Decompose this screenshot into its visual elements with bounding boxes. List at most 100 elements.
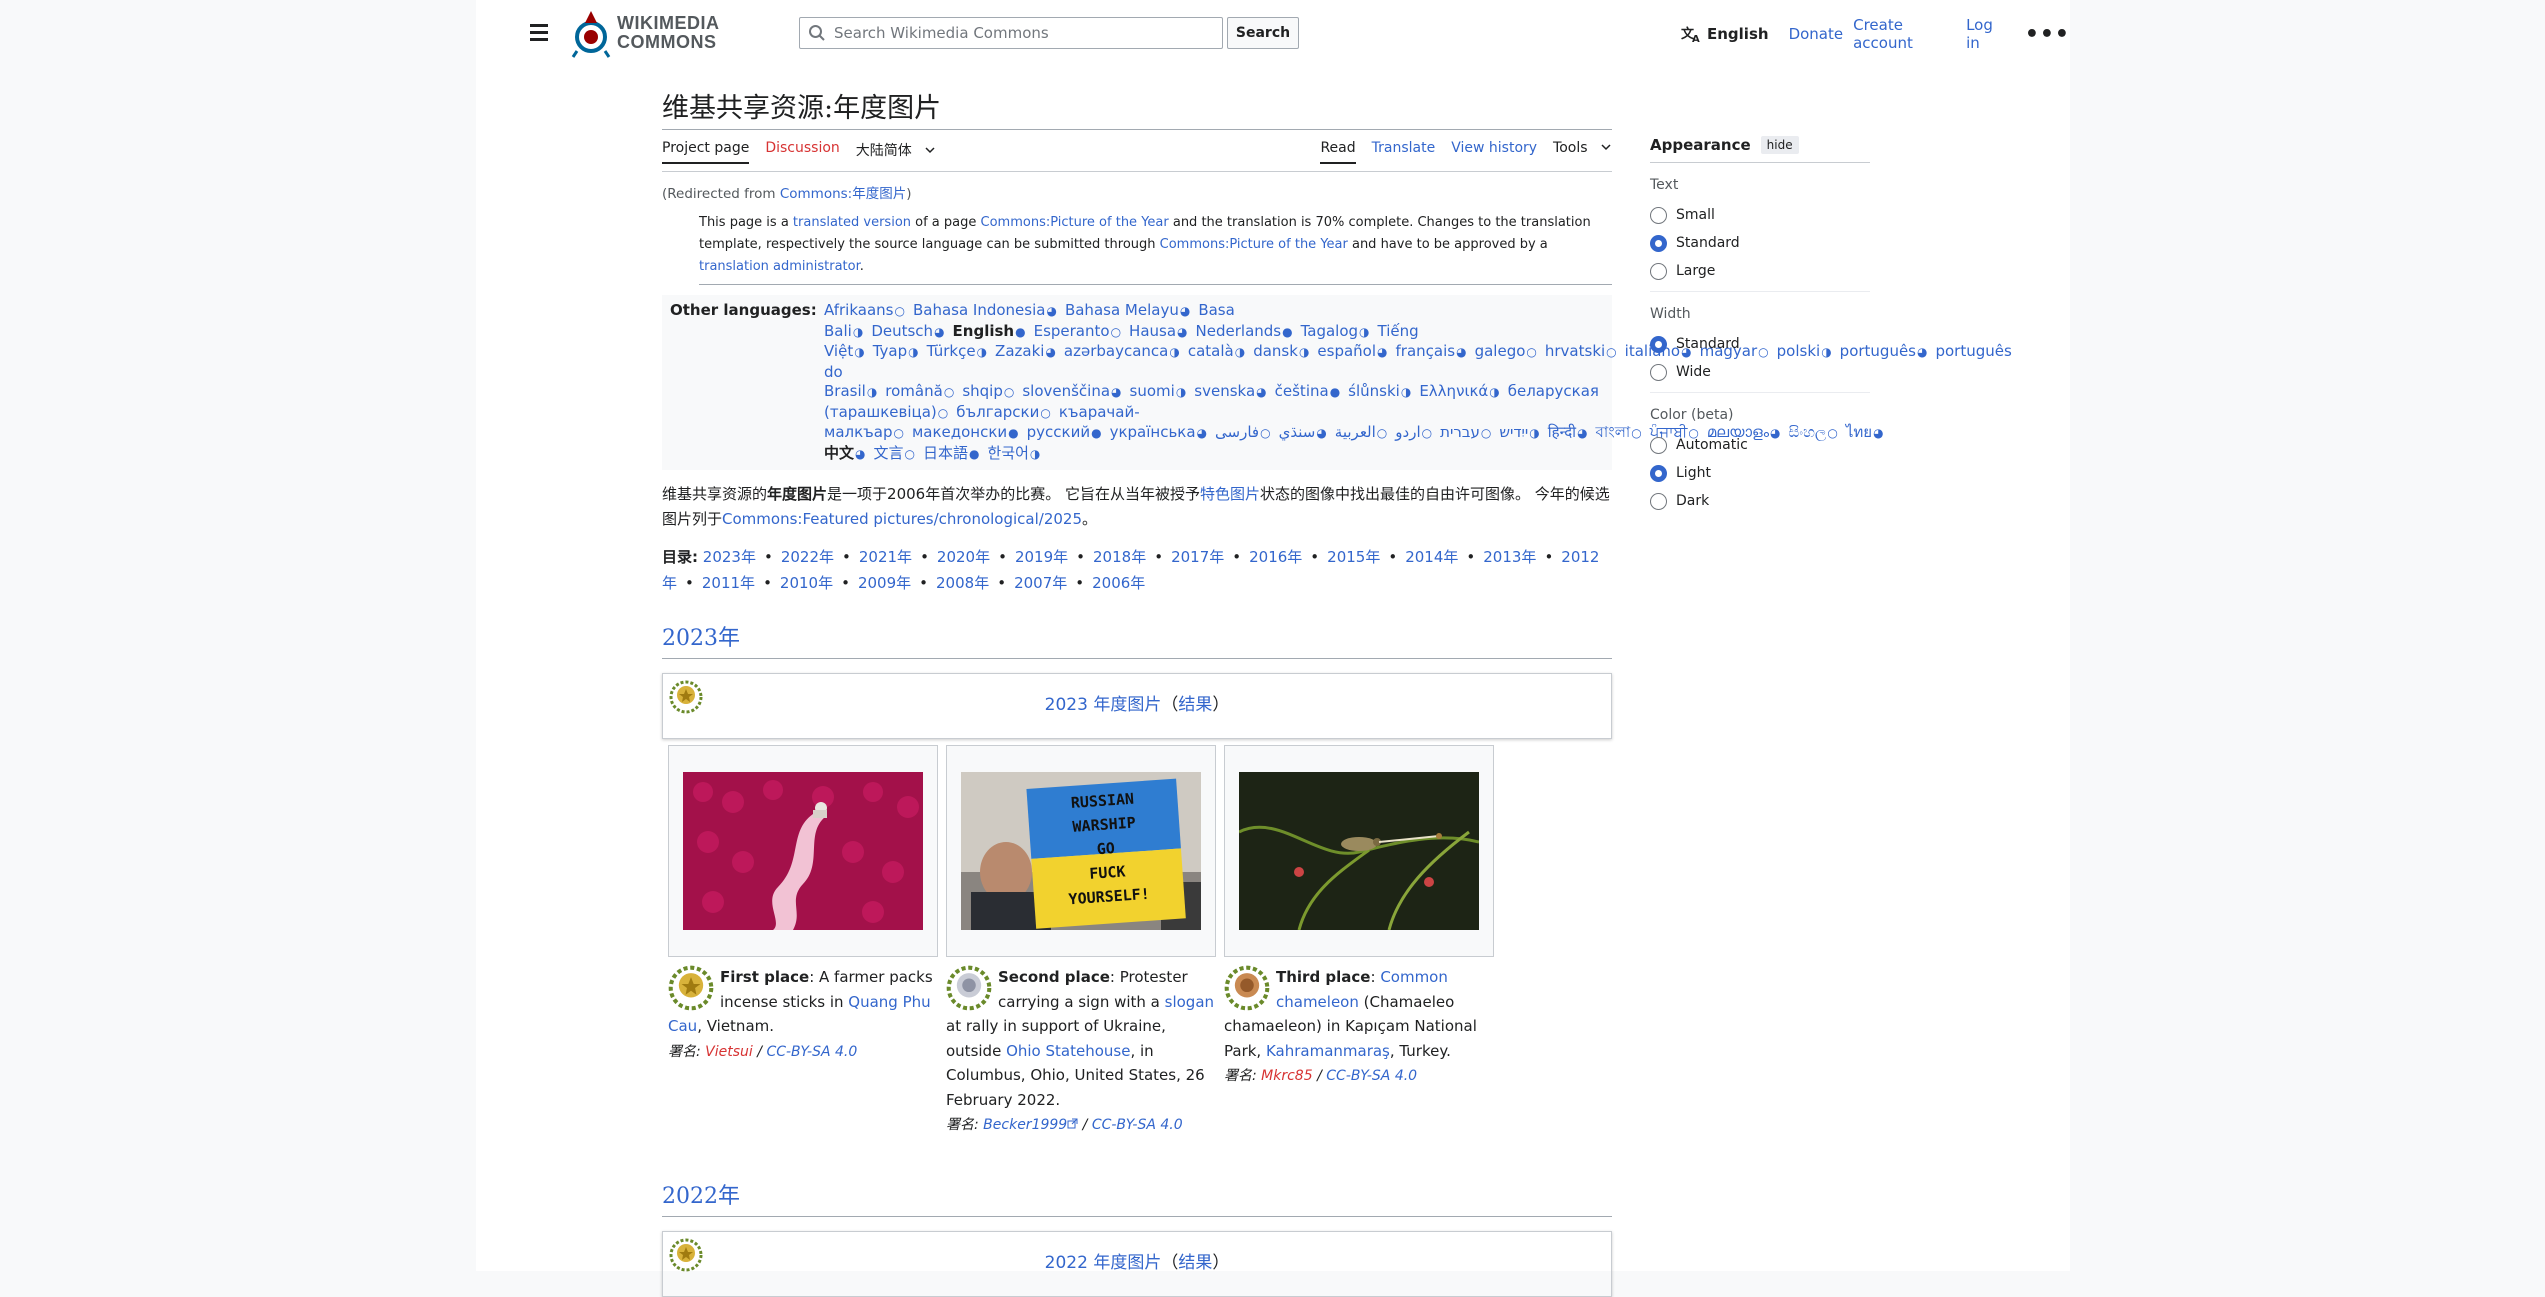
language-link[interactable]: 文言 <box>874 444 904 462</box>
toc-link[interactable]: 2023年 <box>703 548 756 566</box>
translated-version-link[interactable]: translated version <box>793 215 911 230</box>
hide-appearance-button[interactable]: hide <box>1760 136 1799 154</box>
language-link[interactable]: Hausa <box>1129 322 1176 340</box>
toc-link[interactable]: 2015年 <box>1327 548 1380 566</box>
language-link[interactable]: Afrikaans <box>824 301 893 319</box>
language-link[interactable]: hrvatski <box>1545 342 1605 360</box>
language-link[interactable]: ייִדיש <box>1499 423 1528 441</box>
poty-2023-title[interactable]: 2023 年度图片 <box>1045 695 1162 715</box>
login-link[interactable]: Log in <box>1966 16 2007 52</box>
poty-2022-results-link[interactable]: 结果 <box>1178 1253 1212 1273</box>
language-link[interactable]: اردو <box>1395 423 1420 441</box>
language-link[interactable]: Bahasa Indonesia <box>913 301 1046 319</box>
language-link[interactable]: Ελληνικά <box>1419 382 1488 400</box>
tab-translate[interactable]: Translate <box>1372 140 1436 162</box>
language-link[interactable]: Tagalog <box>1301 322 1358 340</box>
source-page-link[interactable]: Commons:Picture of the Year <box>981 215 1169 230</box>
toc-link[interactable]: 2021年 <box>859 548 912 566</box>
language-link[interactable]: 한국어 <box>988 444 1029 462</box>
radio-option-light[interactable]: Light <box>1650 459 1870 487</box>
translation-admin-link[interactable]: translation administrator <box>699 259 860 274</box>
tab-project-page[interactable]: Project page <box>662 140 750 164</box>
language-link[interactable]: Esperanto <box>1034 322 1110 340</box>
toc-link[interactable]: 2020年 <box>937 548 990 566</box>
site-logo[interactable]: WIKIMEDIA COMMONS <box>571 6 751 60</box>
language-link[interactable]: suomi <box>1130 382 1175 400</box>
radio-option-standard[interactable]: Standard <box>1650 229 1870 257</box>
main-menu-button[interactable] <box>526 20 552 44</box>
language-link[interactable]: azərbaycanca <box>1064 342 1168 360</box>
language-link[interactable]: slovenščina <box>1022 382 1110 400</box>
source-page-link-2[interactable]: Commons:Picture of the Year <box>1160 237 1348 252</box>
language-link[interactable]: 中文 <box>824 444 854 462</box>
language-link[interactable]: ślůnski <box>1348 382 1400 400</box>
language-link[interactable]: svenska <box>1194 382 1255 400</box>
toc-link[interactable]: 2018年 <box>1093 548 1146 566</box>
search-button[interactable]: Search <box>1227 17 1299 49</box>
radio-option-standard[interactable]: Standard <box>1650 330 1870 358</box>
language-link[interactable]: shqip <box>962 382 1003 400</box>
author-link-vietsui[interactable]: Vietsui <box>705 1044 753 1060</box>
toc-link[interactable]: 2019年 <box>1015 548 1068 566</box>
toc-link[interactable]: 2009年 <box>858 574 911 592</box>
language-link[interactable]: català <box>1188 342 1234 360</box>
toc-link[interactable]: 2014年 <box>1405 548 1458 566</box>
language-link[interactable]: বাংলা <box>1596 423 1631 441</box>
redirect-link[interactable]: Commons:年度图片 <box>780 186 906 202</box>
language-link[interactable]: română <box>885 382 943 400</box>
toc-link[interactable]: 2010年 <box>780 574 833 592</box>
language-link[interactable]: українська <box>1110 423 1196 441</box>
toc-link[interactable]: 2008年 <box>936 574 989 592</box>
language-link[interactable]: русский <box>1027 423 1090 441</box>
toc-link[interactable]: 2007年 <box>1014 574 1067 592</box>
create-account-link[interactable]: Create account <box>1853 16 1956 52</box>
slogan-link[interactable]: slogan <box>1165 993 1214 1011</box>
language-link[interactable]: македонски <box>912 423 1007 441</box>
radio-option-small[interactable]: Small <box>1650 201 1870 229</box>
license-link[interactable]: CC-BY-SA 4.0 <box>766 1044 857 1060</box>
search-input[interactable] <box>832 23 1212 43</box>
language-link[interactable]: English <box>953 322 1015 340</box>
tab-tools[interactable]: Tools <box>1553 140 1612 162</box>
language-link[interactable]: العربية <box>1335 423 1376 441</box>
poty-2023-results-link[interactable]: 结果 <box>1178 695 1212 715</box>
more-options-icon[interactable]: ••• <box>2025 22 2070 47</box>
toc-link[interactable]: 2017年 <box>1171 548 1224 566</box>
language-link[interactable]: español <box>1317 342 1376 360</box>
language-link[interactable]: سنڌي <box>1279 423 1316 441</box>
author-link-becker1999[interactable]: Becker1999 <box>983 1117 1067 1133</box>
language-link[interactable]: galego <box>1475 342 1526 360</box>
ohio-statehouse-link[interactable]: Ohio Statehouse <box>1006 1042 1130 1060</box>
language-link[interactable]: Tyap <box>873 342 907 360</box>
language-link[interactable]: فارسی <box>1215 423 1259 441</box>
tab-discussion[interactable]: Discussion <box>765 140 839 162</box>
language-link[interactable]: čeština <box>1275 382 1329 400</box>
language-selector[interactable]: 文 A English <box>1681 25 1769 43</box>
toc-link[interactable]: 2011年 <box>702 574 755 592</box>
radio-option-wide[interactable]: Wide <box>1650 358 1870 386</box>
toc-link[interactable]: 2016年 <box>1249 548 1302 566</box>
third-place-image[interactable] <box>1239 772 1479 930</box>
tab-view-history[interactable]: View history <box>1451 140 1537 162</box>
toc-link[interactable]: 2006年 <box>1092 574 1145 592</box>
language-link[interactable]: français <box>1396 342 1456 360</box>
language-link[interactable]: Nederlands <box>1196 322 1282 340</box>
donate-link[interactable]: Donate <box>1789 25 1844 43</box>
language-link[interactable]: dansk <box>1253 342 1298 360</box>
toc-link[interactable]: 2013年 <box>1483 548 1536 566</box>
tab-read[interactable]: Read <box>1320 140 1356 164</box>
toc-link[interactable]: 2022年 <box>781 548 834 566</box>
language-link[interactable]: हिन्दी <box>1548 423 1576 441</box>
language-link[interactable]: 日本語 <box>923 444 968 462</box>
radio-option-dark[interactable]: Dark <box>1650 487 1870 515</box>
language-link[interactable]: עברית <box>1440 423 1480 441</box>
featured-pictures-link[interactable]: 特色图片 <box>1200 485 1260 503</box>
tab-variant[interactable]: 大陆简体 <box>856 140 936 166</box>
first-place-image[interactable] <box>683 772 923 930</box>
language-link[interactable]: Türkçe <box>927 342 976 360</box>
license-link[interactable]: CC-BY-SA 4.0 <box>1326 1068 1417 1084</box>
license-link[interactable]: CC-BY-SA 4.0 <box>1092 1117 1183 1133</box>
language-link[interactable]: Zazaki <box>995 342 1044 360</box>
second-place-image[interactable]: RUSSIANWARSHIPGOFUCKYOURSELF! <box>961 772 1201 930</box>
kahramanmaras-link[interactable]: Kahramanmaraş <box>1266 1042 1390 1060</box>
